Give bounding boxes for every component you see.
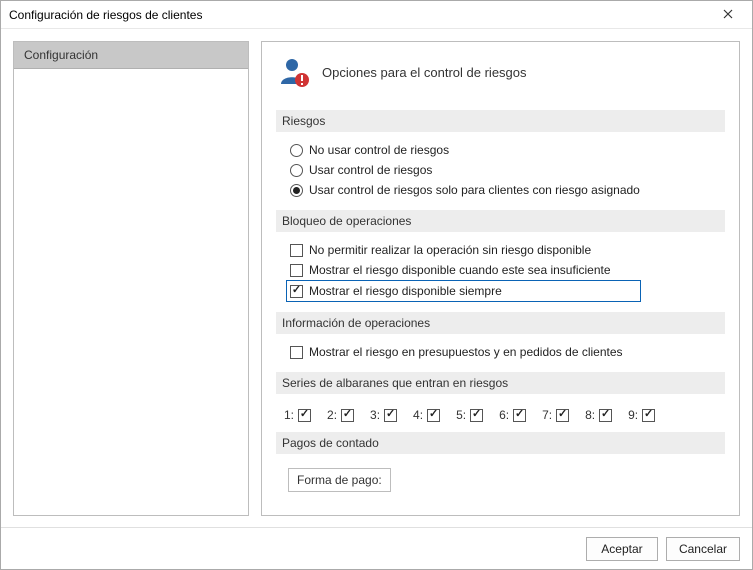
checkbox-icon — [290, 346, 303, 359]
radio-icon — [290, 144, 303, 157]
section-series-label: Series de albaranes que entran en riesgo… — [276, 372, 725, 394]
section-bloqueo-label: Bloqueo de operaciones — [276, 210, 725, 232]
series-8[interactable]: 8: — [585, 408, 612, 422]
cancel-button[interactable]: Cancelar — [666, 537, 740, 561]
checkbox-icon — [470, 409, 483, 422]
radio-icon — [290, 164, 303, 177]
checkbox-label: Mostrar el riesgo disponible cuando este… — [309, 263, 611, 277]
dialog-footer: Aceptar Cancelar — [1, 527, 752, 569]
series-6[interactable]: 6: — [499, 408, 526, 422]
checkbox-label: Mostrar el riesgo disponible siempre — [309, 284, 502, 298]
series-9[interactable]: 9: — [628, 408, 655, 422]
accept-button[interactable]: Aceptar — [586, 537, 658, 561]
sidebar: Configuración — [13, 41, 249, 516]
checkbox-icon — [513, 409, 526, 422]
section-riesgos-label: Riesgos — [276, 110, 725, 132]
radio-label: Usar control de riesgos — [309, 163, 432, 177]
checkbox-icon — [427, 409, 440, 422]
sidebar-item-configuracion[interactable]: Configuración — [14, 42, 248, 69]
checkbox-icon — [642, 409, 655, 422]
payment-input[interactable] — [401, 469, 437, 491]
user-alert-icon — [278, 56, 310, 88]
radio-no-usar[interactable]: No usar control de riesgos — [290, 140, 721, 160]
series-row: 1: 2: 3: 4: 5: 6: 7: 8: 9: — [276, 402, 725, 428]
pane-heading: Opciones para el control de riesgos — [276, 50, 725, 106]
checkbox-label: No permitir realizar la operación sin ri… — [309, 243, 591, 257]
sidebar-item-label: Configuración — [24, 48, 98, 62]
bloqueo-check-group: No permitir realizar la operación sin ri… — [276, 240, 725, 308]
series-3[interactable]: 3: — [370, 408, 397, 422]
section-pagos-label: Pagos de contado — [276, 432, 725, 454]
payment-row: Forma de pago: — [276, 462, 725, 498]
series-2[interactable]: 2: — [327, 408, 354, 422]
dialog-window: Configuración de riesgos de clientes Con… — [0, 0, 753, 570]
checkbox-icon — [290, 264, 303, 277]
checkbox-label: Mostrar el riesgo en presupuestos y en p… — [309, 345, 623, 359]
check-mostrar-presupuestos[interactable]: Mostrar el riesgo en presupuestos y en p… — [290, 342, 721, 362]
check-mostrar-siempre[interactable]: Mostrar el riesgo disponible siempre — [286, 280, 641, 302]
pane-title: Opciones para el control de riesgos — [322, 65, 527, 80]
series-4[interactable]: 4: — [413, 408, 440, 422]
radio-usar[interactable]: Usar control de riesgos — [290, 160, 721, 180]
series-7[interactable]: 7: — [542, 408, 569, 422]
check-mostrar-insuficiente[interactable]: Mostrar el riesgo disponible cuando este… — [290, 260, 721, 280]
section-informacion-label: Información de operaciones — [276, 312, 725, 334]
close-icon — [723, 8, 733, 22]
checkbox-icon — [556, 409, 569, 422]
close-button[interactable] — [712, 5, 744, 25]
checkbox-icon — [341, 409, 354, 422]
checkbox-icon — [290, 285, 303, 298]
radio-label: Usar control de riesgos solo para client… — [309, 183, 640, 197]
checkbox-icon — [298, 409, 311, 422]
checkbox-icon — [290, 244, 303, 257]
radio-usar-asignado[interactable]: Usar control de riesgos solo para client… — [290, 180, 721, 200]
checkbox-icon — [599, 409, 612, 422]
radio-label: No usar control de riesgos — [309, 143, 449, 157]
radio-icon — [290, 184, 303, 197]
payment-field-label: Forma de pago: — [288, 468, 391, 492]
informacion-check-group: Mostrar el riesgo en presupuestos y en p… — [276, 342, 725, 368]
titlebar: Configuración de riesgos de clientes — [1, 1, 752, 29]
riesgos-radio-group: No usar control de riesgos Usar control … — [276, 140, 725, 206]
series-1[interactable]: 1: — [284, 408, 311, 422]
dialog-body: Configuración Opciones para el control d… — [1, 29, 752, 528]
series-5[interactable]: 5: — [456, 408, 483, 422]
check-no-permitir[interactable]: No permitir realizar la operación sin ri… — [290, 240, 721, 260]
checkbox-icon — [384, 409, 397, 422]
window-title: Configuración de riesgos de clientes — [9, 8, 712, 22]
options-pane: Opciones para el control de riesgos Ries… — [261, 41, 740, 516]
